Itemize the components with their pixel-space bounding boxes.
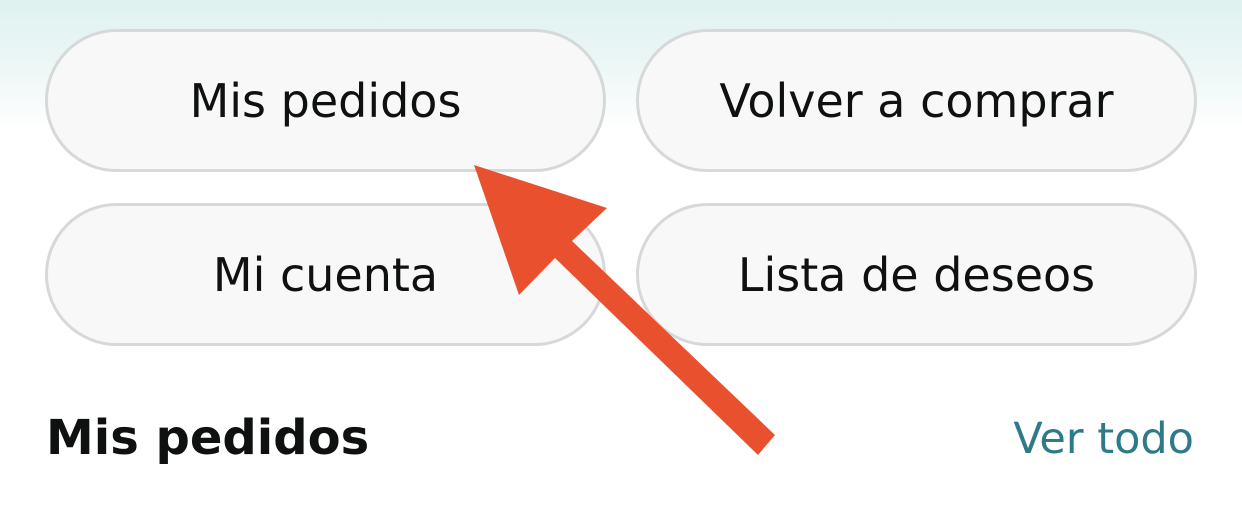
buy-again-button[interactable]: Volver a comprar	[636, 29, 1197, 172]
my-account-button-label: Mi cuenta	[212, 247, 439, 302]
orders-section-title: Mis pedidos	[46, 410, 370, 466]
buy-again-button-label: Volver a comprar	[719, 73, 1114, 128]
my-orders-button-label: Mis pedidos	[189, 73, 462, 128]
my-account-button[interactable]: Mi cuenta	[45, 203, 606, 346]
see-all-link[interactable]: Ver todo	[1013, 414, 1194, 464]
my-orders-button[interactable]: Mis pedidos	[45, 29, 606, 172]
wishlist-button[interactable]: Lista de deseos	[636, 203, 1197, 346]
wishlist-button-label: Lista de deseos	[737, 247, 1096, 302]
